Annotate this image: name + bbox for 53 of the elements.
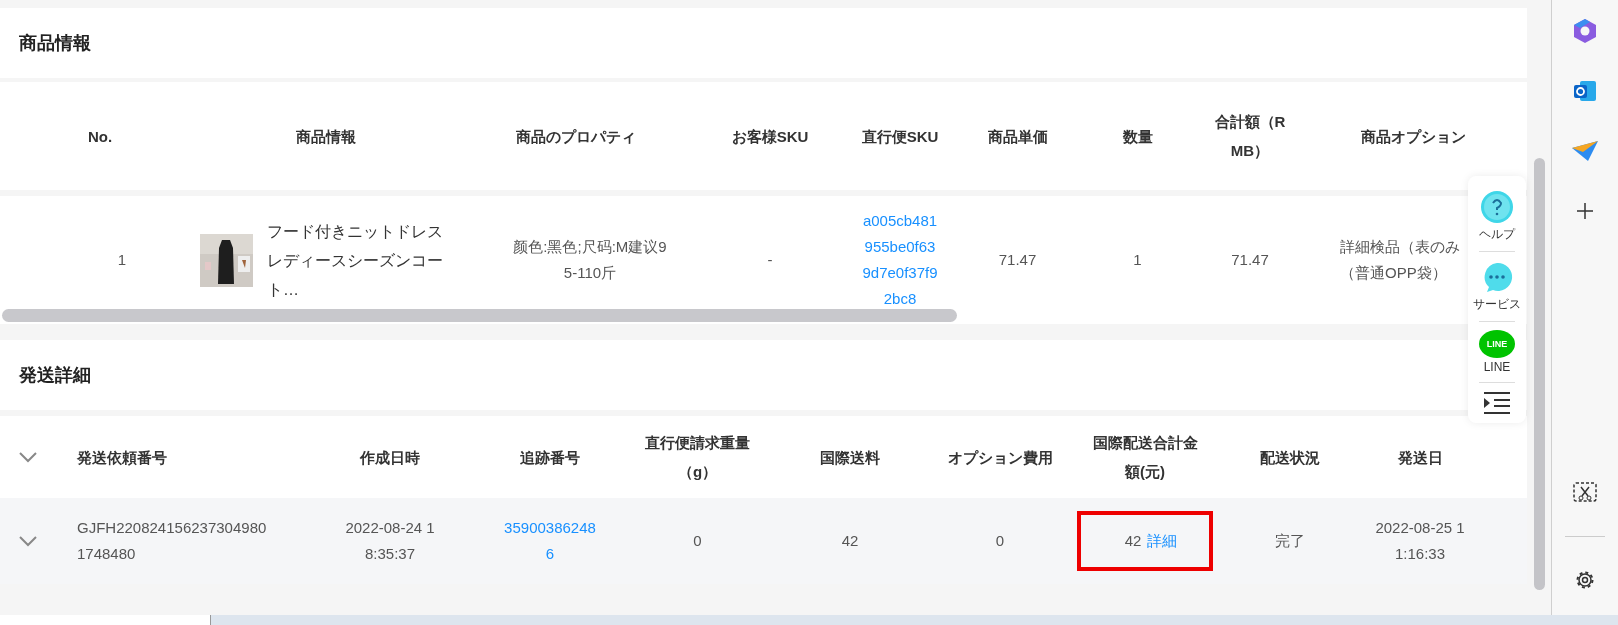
column-header: 直行便請求重量（g） <box>644 433 751 482</box>
horizontal-scrollbar[interactable] <box>2 309 957 322</box>
table-cell-text: 42 <box>841 531 859 551</box>
plus-icon[interactable] <box>1576 202 1594 220</box>
table-cell-text: 1 <box>117 250 127 270</box>
scrollbar-thumb[interactable] <box>1533 158 1545 590</box>
paper-plane-icon[interactable] <box>1571 140 1599 162</box>
table-cell-text: 完了 <box>1275 531 1305 551</box>
menu-label[interactable]: サービス <box>1473 296 1521 313</box>
product-name: フード付きニットドレスレディースシーズンコート… <box>267 221 444 300</box>
menu-label[interactable]: LINE <box>1483 360 1511 374</box>
settings-icon[interactable] <box>1574 569 1596 591</box>
table-cell-text: - <box>767 250 773 270</box>
screenshot-scissors-icon[interactable] <box>1573 482 1597 504</box>
mail-app-icon[interactable] <box>1572 78 1598 104</box>
table-cell-text: 颜色:黑色;尺码:M建议95-110斤 <box>512 237 668 283</box>
table-cell-text: GJFH2208241562373049801748480 <box>77 518 268 564</box>
table-cell-text: 71.47 <box>998 250 1037 270</box>
column-header: 国際配送合計金額(元) <box>1091 433 1199 482</box>
app-logo-icon[interactable] <box>1572 18 1598 44</box>
column-header: 発送日 <box>1397 447 1443 468</box>
column-header: お客様SKU <box>731 126 809 147</box>
column-header: 作成日時 <box>360 447 420 468</box>
line-logo-icon: LINE <box>1479 330 1515 358</box>
section-title: 発送詳細 <box>19 364 91 387</box>
column-header: 商品単価 <box>987 126 1048 147</box>
table-cell-text: 1 <box>1133 250 1142 270</box>
chevron-down-icon[interactable] <box>17 535 38 547</box>
column-header: 合計額（RMB） <box>1213 112 1287 161</box>
section-title: 商品情報 <box>19 32 91 55</box>
column-header: 国際送料 <box>820 447 880 468</box>
menu-label[interactable]: ヘルプ <box>1479 226 1515 243</box>
column-header: 商品情報 <box>296 126 356 147</box>
column-header: No. <box>87 126 113 147</box>
table-cell-text: 0 <box>693 531 702 551</box>
table-cell-text: 2022-08-24 18:35:37 <box>344 518 436 564</box>
table-cell-text: 71.47 <box>1231 250 1269 270</box>
option-text: （普通OPP袋） <box>1340 263 1447 283</box>
indent-icon[interactable] <box>1482 391 1512 415</box>
column-header: 数量 <box>1122 126 1153 147</box>
column-header: 配送状況 <box>1260 447 1320 468</box>
table-cell-text: 0 <box>995 531 1005 551</box>
column-header: オプション費用 <box>947 447 1053 468</box>
table-cell-text: 2022-08-25 11:16:33 <box>1374 518 1466 564</box>
column-header: 直行便SKU <box>861 126 939 147</box>
column-header: 追跡番号 <box>520 447 580 468</box>
option-text: 詳細検品（表のみ <box>1340 237 1460 257</box>
amount-text: 42 <box>1124 531 1142 551</box>
column-header: 商品のプロパティ <box>516 126 636 147</box>
column-header: 商品オプション <box>1361 126 1466 147</box>
chevron-down-icon[interactable] <box>17 451 38 463</box>
help-icon <box>1480 190 1514 224</box>
column-header: 発送依頼番号 <box>77 447 167 468</box>
